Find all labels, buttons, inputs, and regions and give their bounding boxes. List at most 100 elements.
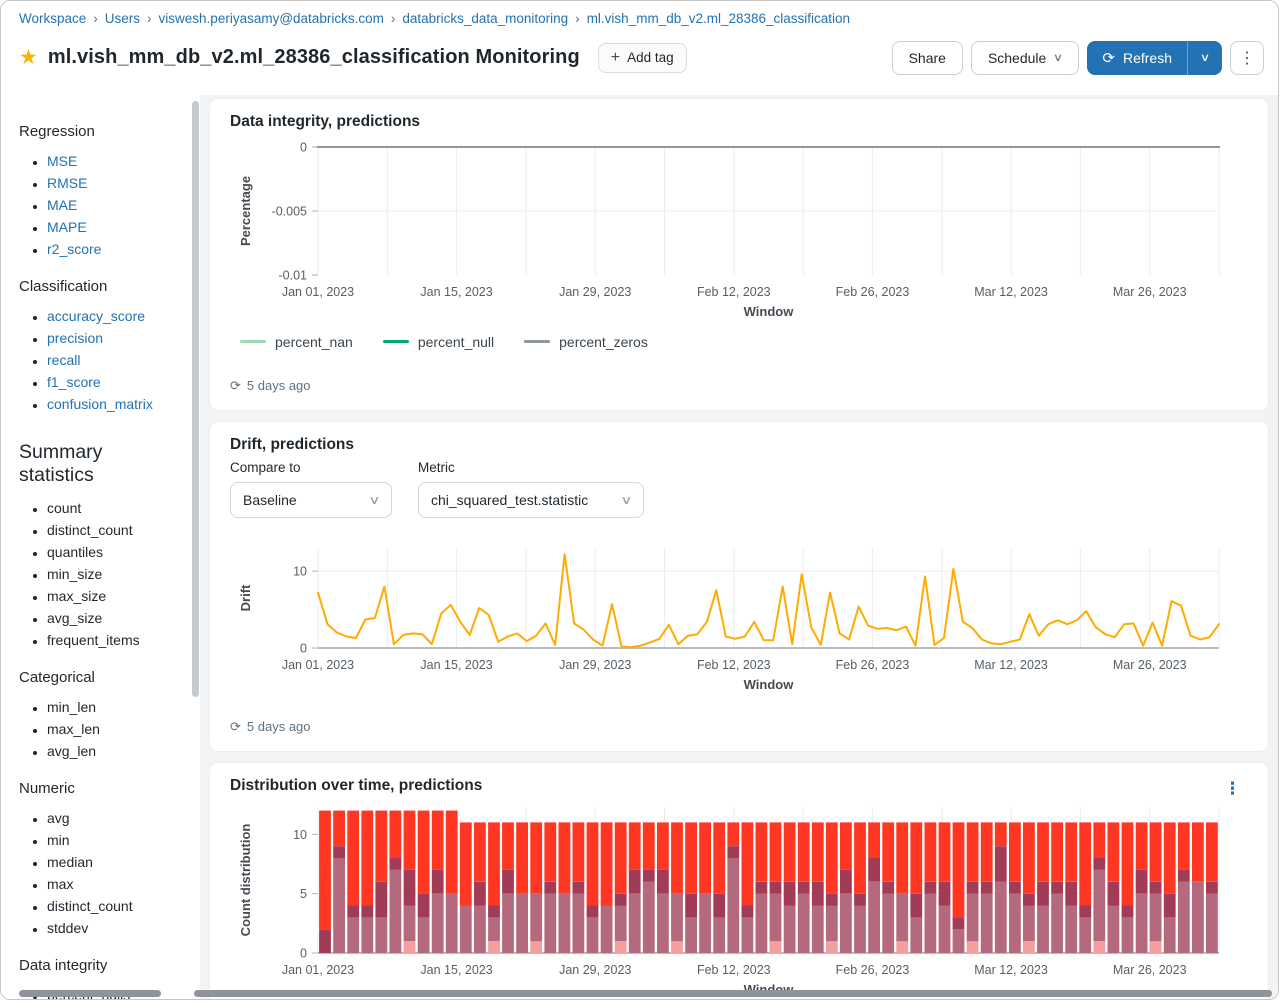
metric-label: Metric	[418, 459, 455, 475]
refresh-icon: ⟳	[230, 718, 241, 734]
breadcrumb-link[interactable]: viswesh.periyasamy@databricks.com	[159, 11, 384, 26]
breadcrumb-link[interactable]: Users	[105, 11, 140, 26]
svg-text:5: 5	[300, 887, 307, 901]
horizontal-scrollbar[interactable]	[19, 990, 161, 997]
sidebar-link-recall[interactable]: recall	[47, 352, 80, 368]
sidebar-link-f1_score[interactable]: f1_score	[47, 374, 101, 390]
sidebar-item: max_size	[47, 585, 190, 607]
svg-text:Mar 26, 2023: Mar 26, 2023	[1113, 658, 1187, 672]
breadcrumb: Workspace › Users › viswesh.periyasamy@datab…	[1, 1, 1278, 26]
sidebar-item: confusion_matrix	[47, 393, 190, 415]
svg-text:Feb 12, 2023: Feb 12, 2023	[697, 285, 771, 299]
add-tag-button[interactable]: + Add tag	[597, 42, 687, 73]
sidebar-item: f1_score	[47, 371, 190, 393]
distribution-chart[interactable]: 10 5 0 Jan 01, 2023 Jan 15, 2023 Jan 29, 2023…	[230, 801, 1248, 999]
breadcrumb-separator: ›	[390, 11, 396, 26]
sidebar-item: stddev	[47, 917, 190, 939]
share-button[interactable]: Share	[891, 40, 963, 75]
sidebar: Regression MSE RMSE MAE MAPE r2_score Classifi…	[1, 94, 200, 999]
legend-swatch	[524, 340, 551, 344]
refresh-button[interactable]: ⟳ Refresh	[1087, 41, 1187, 75]
sidebar-item: min_size	[47, 563, 190, 585]
sidebar-scrollbar[interactable]	[192, 100, 199, 697]
legend-item-percent_null[interactable]: percent_null	[382, 334, 494, 350]
drift-chart[interactable]: 10 0 Jan 01, 2023 Jan 15, 2023 Jan 29, 2023 F…	[230, 534, 1248, 703]
sidebar-link-confusion_matrix[interactable]: confusion_matrix	[47, 396, 153, 412]
svg-text:-0.005: -0.005	[272, 204, 307, 218]
sidebar-item: avg_len	[47, 740, 190, 762]
metric-select[interactable]: chi_squared_test.statistic ∨	[418, 481, 644, 518]
legend-label: percent_zeros	[559, 333, 648, 350]
sidebar-link-precision[interactable]: precision	[47, 330, 103, 346]
title-row: ★ ml.vish_mm_db_v2.ml_28386_classificati…	[1, 26, 1278, 95]
refresh-dropdown-button[interactable]: ∨	[1187, 40, 1222, 75]
sidebar-link-RMSE[interactable]: RMSE	[47, 175, 87, 191]
header-kebab-button[interactable]: ⋮	[1230, 40, 1264, 75]
legend-item-percent_zeros[interactable]: percent_zeros	[524, 334, 648, 350]
drift-controls: Compare to Baseline ∨ Metric chi_squared…	[230, 460, 1248, 518]
data-integrity-chart[interactable]: 0 -0.005 -0.01 Jan 01, 2023 Jan 15, 2023 Jan …	[230, 137, 1248, 330]
schedule-button[interactable]: Schedule ∨	[970, 40, 1080, 75]
svg-text:Mar 12, 2023: Mar 12, 2023	[974, 285, 1048, 299]
refresh-icon: ⟳	[230, 377, 241, 393]
sidebar-link-MSE[interactable]: MSE	[47, 153, 77, 169]
last-refreshed-note: ⟳ 5 days ago	[230, 718, 311, 735]
horizontal-scrollbar[interactable]	[194, 990, 1272, 997]
sidebar-link-MAPE[interactable]: MAPE	[47, 219, 87, 235]
breadcrumb-link[interactable]: databricks_data_monitoring	[402, 11, 568, 26]
body-row: Regression MSE RMSE MAE MAPE r2_score Classifi…	[1, 94, 1278, 999]
sidebar-heading: Summary statistics	[19, 440, 103, 486]
sidebar-link-r2_score[interactable]: r2_score	[47, 241, 101, 257]
card-title: Drift, predictions	[230, 435, 355, 453]
chevron-down-icon: ∨	[620, 492, 633, 507]
svg-text:Percentage: Percentage	[238, 176, 253, 246]
favorite-star-icon[interactable]: ★	[19, 47, 38, 68]
sidebar-item: MSE	[47, 150, 190, 172]
sidebar-link-accuracy_score[interactable]: accuracy_score	[47, 308, 145, 324]
compare-to-select[interactable]: Baseline ∨	[230, 481, 392, 518]
svg-text:Jan 01, 2023: Jan 01, 2023	[282, 658, 354, 672]
drift-chart-svg: 10 0 Jan 01, 2023 Jan 15, 2023 Jan 29, 2023 F…	[238, 547, 1220, 692]
card-kebab-button[interactable]: ⋮	[1218, 777, 1248, 801]
svg-text:Jan 15, 2023: Jan 15, 2023	[420, 963, 492, 977]
sidebar-item: max_len	[47, 718, 190, 740]
refresh-icon: ⟳	[1102, 49, 1115, 67]
sidebar-item: median	[47, 851, 190, 873]
metric-control: Metric chi_squared_test.statistic ∨	[418, 460, 644, 518]
app-window: Workspace › Users › viswesh.periyasamy@datab…	[0, 0, 1279, 1000]
sidebar-heading: Numeric	[19, 779, 75, 797]
sidebar-list: avgminmedianmaxdistinct_countstddev	[19, 807, 190, 939]
breadcrumb-link[interactable]: Workspace	[19, 11, 86, 26]
svg-text:Jan 29, 2023: Jan 29, 2023	[559, 963, 631, 977]
svg-text:Count distribution: Count distribution	[238, 823, 253, 936]
legend-swatch	[382, 340, 409, 344]
sidebar-item: recall	[47, 349, 190, 371]
svg-text:Feb 26, 2023: Feb 26, 2023	[836, 285, 910, 299]
svg-text:Jan 01, 2023: Jan 01, 2023	[282, 963, 354, 977]
topbar: Workspace › Users › viswesh.periyasamy@datab…	[1, 1, 1278, 95]
breadcrumb-separator: ›	[93, 11, 98, 26]
sidebar-item: precision	[47, 327, 190, 349]
sidebar-heading: Regression	[19, 122, 95, 140]
sidebar-link-MAE[interactable]: MAE	[47, 197, 77, 213]
breadcrumb-separator: ›	[575, 11, 580, 26]
sidebar-item: frequent_items	[47, 629, 190, 651]
sidebar-item: min_len	[47, 696, 190, 718]
page-title: ml.vish_mm_db_v2.ml_28386_classification…	[47, 46, 580, 69]
svg-text:0: 0	[300, 946, 307, 960]
legend-item-percent_nan[interactable]: percent_nan	[240, 334, 353, 350]
header-actions: Share Schedule ∨ ⟳ Refresh ∨ ⋮	[891, 40, 1264, 75]
add-tag-label: Add tag	[627, 50, 674, 66]
card-head: Distribution over time, predictions ⋮	[230, 777, 1248, 801]
card-distribution: Distribution over time, predictions ⋮ 10…	[210, 762, 1268, 999]
sidebar-item: distinct_count	[47, 519, 190, 541]
integrity-chart-svg: 0 -0.005 -0.01 Jan 01, 2023 Jan 15, 2023 Jan …	[238, 140, 1220, 319]
distribution-chart-svg: 10 5 0 Jan 01, 2023 Jan 15, 2023 Jan 29, 2023…	[238, 806, 1220, 997]
svg-text:Mar 26, 2023: Mar 26, 2023	[1113, 963, 1187, 977]
last-refreshed-note: ⟳ 5 days ago	[230, 377, 311, 394]
sidebar-item: quantiles	[47, 541, 190, 563]
breadcrumb-link[interactable]: ml.vish_mm_db_v2.ml_28386_classification	[587, 11, 850, 26]
svg-text:Jan 15, 2023: Jan 15, 2023	[420, 658, 492, 672]
card-drift: Drift, predictions Compare to Baseline ∨…	[210, 421, 1268, 751]
svg-text:-0.01: -0.01	[279, 268, 308, 282]
